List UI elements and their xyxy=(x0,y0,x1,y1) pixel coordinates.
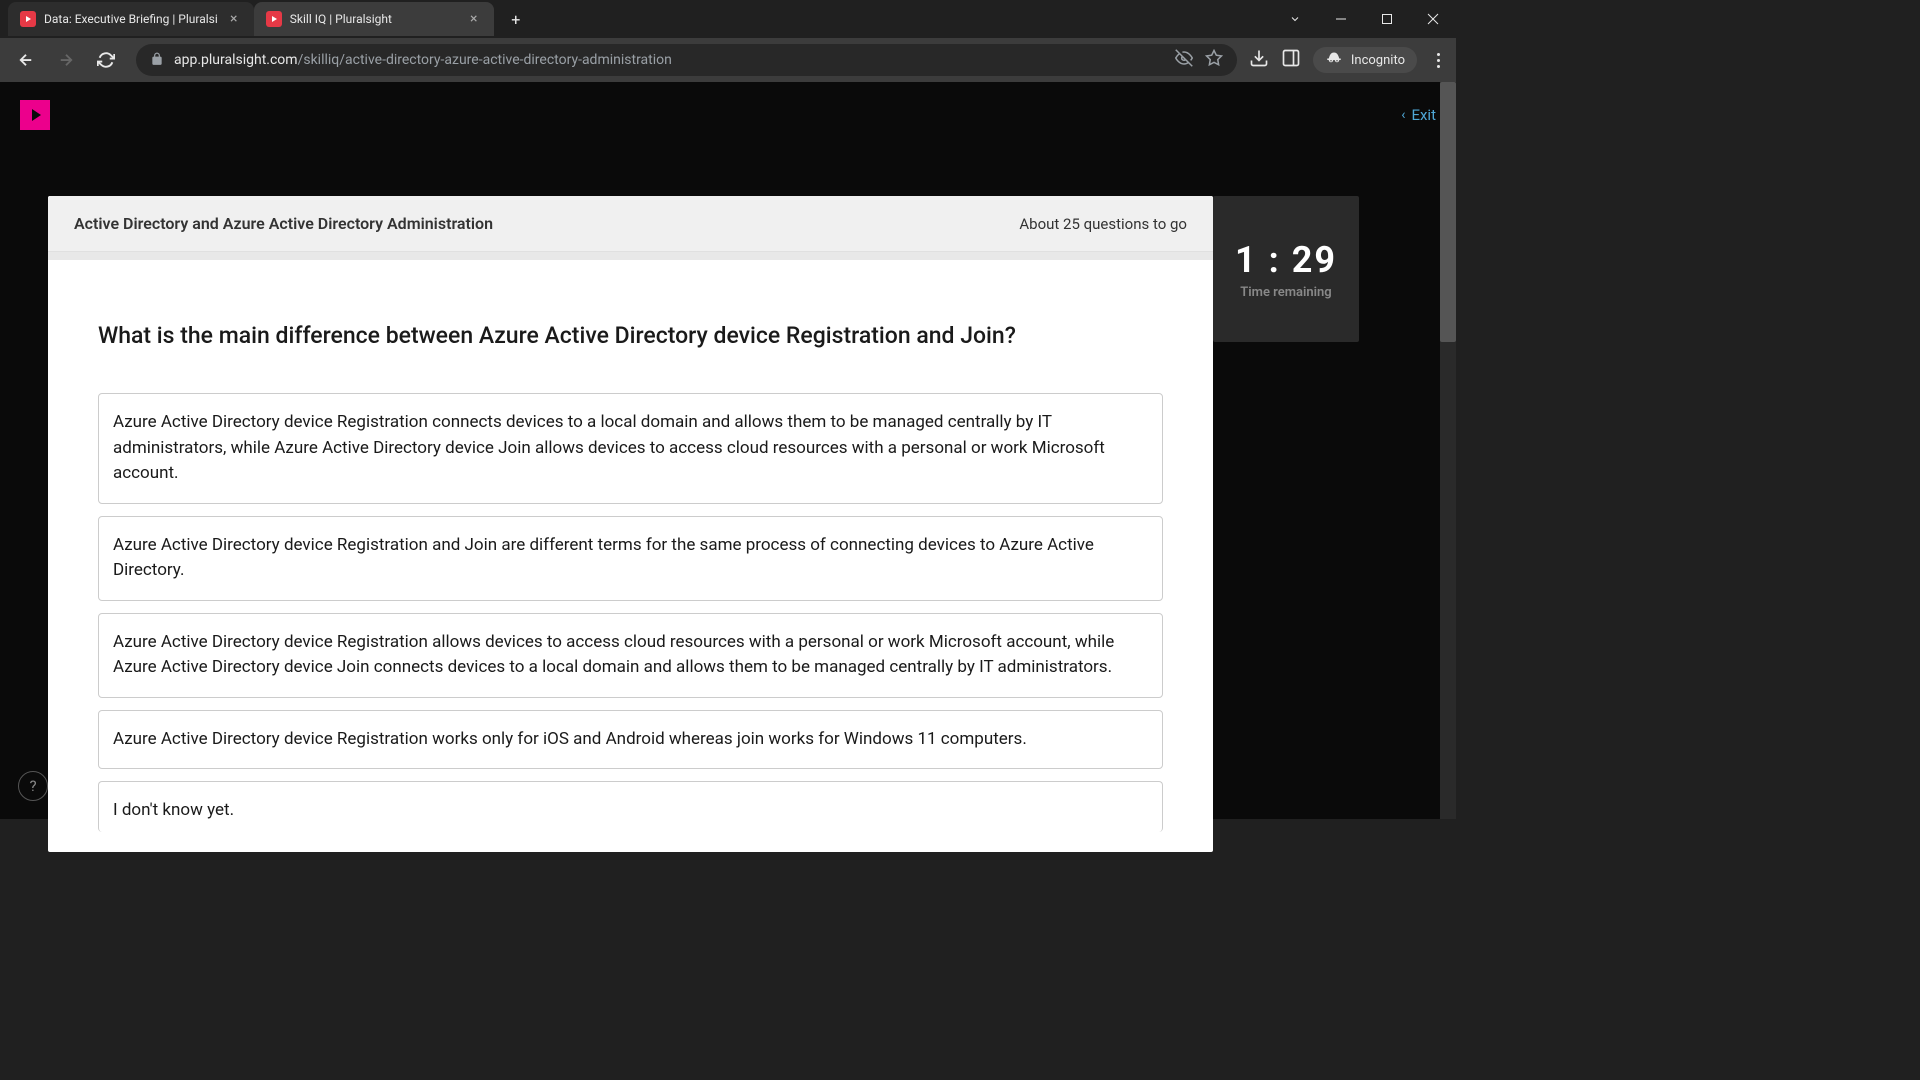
pluralsight-favicon xyxy=(20,11,36,27)
answers-list: Azure Active Directory device Registrati… xyxy=(98,393,1163,832)
progress-bar xyxy=(48,252,1213,260)
answer-option[interactable]: Azure Active Directory device Registrati… xyxy=(98,516,1163,601)
menu-button[interactable] xyxy=(1429,45,1448,76)
quiz-area: Active Directory and Azure Active Direct… xyxy=(0,148,1456,900)
close-window-button[interactable] xyxy=(1410,0,1456,38)
tab-title: Data: Executive Briefing | Pluralsi xyxy=(44,12,218,26)
downloads-icon[interactable] xyxy=(1249,48,1269,72)
eye-off-icon[interactable] xyxy=(1175,49,1193,71)
tab-bar: Data: Executive Briefing | Pluralsi × Sk… xyxy=(0,0,1456,38)
minimize-button[interactable] xyxy=(1318,0,1364,38)
window-controls xyxy=(1272,0,1456,38)
exit-link[interactable]: ‹ Exit xyxy=(1401,106,1436,124)
url-bar[interactable]: app.pluralsight.com/skilliq/active-direc… xyxy=(136,44,1237,76)
incognito-badge[interactable]: Incognito xyxy=(1313,47,1417,73)
close-icon[interactable]: × xyxy=(466,11,482,27)
timer-value: 1 : 29 xyxy=(1235,239,1337,281)
lock-icon xyxy=(150,51,164,70)
tab-active[interactable]: Skill IQ | Pluralsight × xyxy=(254,2,494,36)
back-button[interactable] xyxy=(8,42,44,78)
pluralsight-logo[interactable] xyxy=(20,100,50,130)
tab-inactive[interactable]: Data: Executive Briefing | Pluralsi × xyxy=(8,2,254,36)
answer-option[interactable]: I don't know yet. xyxy=(98,781,1163,832)
scrollbar[interactable] xyxy=(1440,82,1456,819)
app-content: ‹ Exit Active Directory and Azure Active… xyxy=(0,82,1456,819)
answer-option[interactable]: Azure Active Directory device Registrati… xyxy=(98,393,1163,504)
star-icon[interactable] xyxy=(1205,49,1223,71)
quiz-body: What is the main difference between Azur… xyxy=(48,260,1213,852)
maximize-button[interactable] xyxy=(1364,0,1410,38)
address-bar: app.pluralsight.com/skilliq/active-direc… xyxy=(0,38,1456,82)
toolbar-right: Incognito xyxy=(1249,45,1448,76)
tab-title: Skill IQ | Pluralsight xyxy=(290,12,458,26)
answer-option[interactable]: Azure Active Directory device Registrati… xyxy=(98,710,1163,770)
forward-button[interactable] xyxy=(48,42,84,78)
incognito-label: Incognito xyxy=(1351,53,1405,68)
reload-button[interactable] xyxy=(88,42,124,78)
chevron-left-icon: ‹ xyxy=(1401,107,1405,123)
app-header: ‹ Exit xyxy=(0,82,1456,148)
quiz-title: Active Directory and Azure Active Direct… xyxy=(74,214,493,233)
quiz-header: Active Directory and Azure Active Direct… xyxy=(48,196,1213,252)
answer-option[interactable]: Azure Active Directory device Registrati… xyxy=(98,613,1163,698)
browser-chrome: Data: Executive Briefing | Pluralsi × Sk… xyxy=(0,0,1456,82)
quiz-progress: About 25 questions to go xyxy=(1019,215,1187,233)
timer-label: Time remaining xyxy=(1240,285,1331,300)
help-button[interactable]: ? xyxy=(18,771,48,801)
timer-box: 1 : 29 Time remaining xyxy=(1213,196,1359,342)
exit-label: Exit xyxy=(1411,106,1436,124)
pluralsight-favicon xyxy=(266,11,282,27)
url-right xyxy=(1175,49,1223,71)
question-text: What is the main difference between Azur… xyxy=(98,320,1163,351)
side-panel-icon[interactable] xyxy=(1281,48,1301,72)
close-icon[interactable]: × xyxy=(226,11,242,27)
tab-search-button[interactable] xyxy=(1272,0,1318,38)
quiz-card: Active Directory and Azure Active Direct… xyxy=(48,196,1213,852)
new-tab-button[interactable]: + xyxy=(502,5,530,33)
url-text: app.pluralsight.com/skilliq/active-direc… xyxy=(174,52,672,68)
scrollbar-thumb[interactable] xyxy=(1440,82,1456,342)
